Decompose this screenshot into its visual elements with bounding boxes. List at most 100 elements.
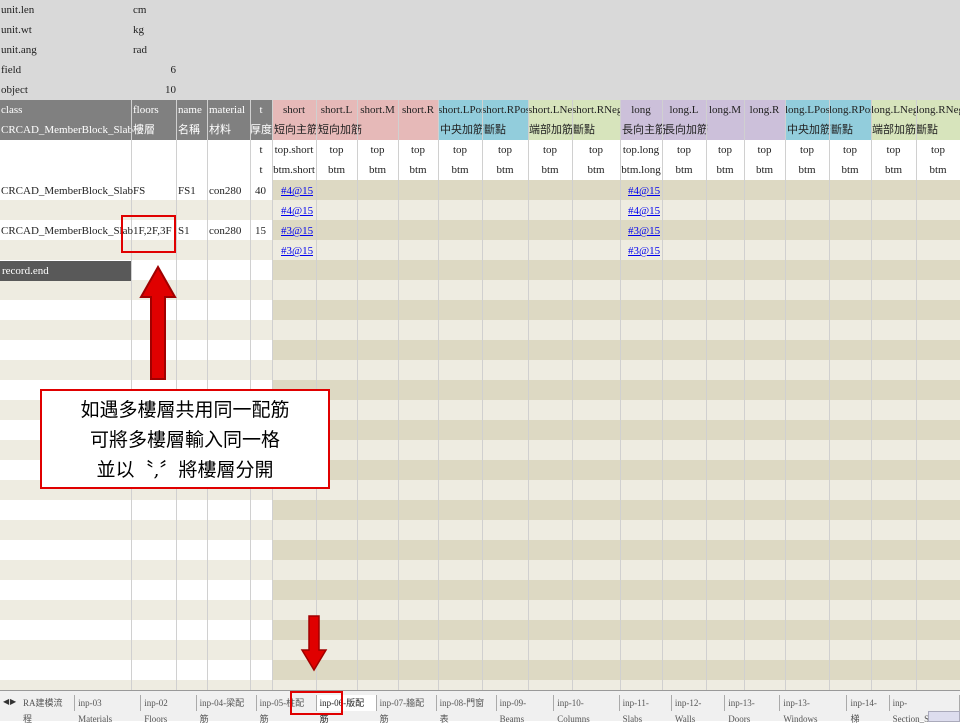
long-top-rebar-link[interactable]: #3@15 xyxy=(628,221,660,241)
header2-long[interactable]: 長向主筋 xyxy=(622,120,666,140)
subheader-cell[interactable]: top.long xyxy=(620,140,662,160)
header2-short-neg[interactable]: 端部加筋斷點 xyxy=(529,120,595,140)
subheader-cell[interactable]: t xyxy=(250,160,272,180)
header2-long-neg[interactable]: 端部加筋斷點 xyxy=(872,120,938,140)
record-class[interactable]: CRCAD_MemberBlock_Slab xyxy=(1,221,133,241)
sheet-tab[interactable]: inp-09-Beams xyxy=(497,695,555,724)
subheader-cell[interactable]: top xyxy=(482,140,528,160)
subheader-cell[interactable]: top xyxy=(438,140,482,160)
record-end-marker[interactable]: record.end xyxy=(0,261,131,281)
subheader-cell[interactable]: btm.long xyxy=(620,160,662,180)
subheader-cell[interactable]: btm xyxy=(316,160,357,180)
sheet-tab[interactable]: inp-07-牆配筋 xyxy=(377,695,437,724)
sheet-tab[interactable]: inp-04-梁配筋 xyxy=(197,695,257,724)
header-short-rneg[interactable]: short.RNeg xyxy=(572,100,620,120)
header2-name[interactable]: 名稱 xyxy=(178,120,200,140)
header2-short-l[interactable]: 短向加筋 xyxy=(318,120,362,140)
subheader-cell[interactable]: top xyxy=(706,140,744,160)
meta-value[interactable]: 6 xyxy=(166,60,177,80)
record-thickness[interactable]: 40 xyxy=(255,181,266,201)
subheader-cell[interactable]: top xyxy=(662,140,706,160)
header-material[interactable]: material xyxy=(209,100,245,120)
meta-key[interactable]: unit.ang xyxy=(1,40,37,60)
header2-long-l[interactable]: 長向加筋 xyxy=(664,120,708,140)
header-long-r[interactable]: long.R xyxy=(744,100,785,120)
subheader-cell[interactable]: btm xyxy=(482,160,528,180)
view-buttons[interactable] xyxy=(928,711,960,722)
short-top-rebar-link[interactable]: #4@15 xyxy=(281,181,313,201)
long-top-rebar-link[interactable]: #4@15 xyxy=(628,181,660,201)
header-long-l[interactable]: long.L xyxy=(662,100,706,120)
subheader-cell[interactable]: btm xyxy=(871,160,916,180)
subheader-cell[interactable]: btm xyxy=(829,160,871,180)
meta-value[interactable]: rad xyxy=(133,40,147,60)
sheet-tab[interactable]: inp-13-Windows xyxy=(780,695,848,724)
header-short-lneg[interactable]: short.LNeg xyxy=(528,100,572,120)
record-thickness[interactable]: 15 xyxy=(255,221,266,241)
sheet-tab[interactable]: RA建模流程 xyxy=(20,695,76,724)
subheader-cell[interactable]: top xyxy=(785,140,829,160)
meta-value[interactable]: cm xyxy=(133,0,146,20)
header-t[interactable]: t xyxy=(250,100,272,120)
next-sheet-icon[interactable]: ▶ xyxy=(10,695,17,709)
record-material[interactable]: con280 xyxy=(209,221,241,241)
header2-floors[interactable]: 樓層 xyxy=(133,120,155,140)
record-material[interactable]: con280 xyxy=(209,181,241,201)
meta-key[interactable]: field xyxy=(1,60,21,80)
header-name[interactable]: name xyxy=(178,100,202,120)
header2-long-pos[interactable]: 中央加筋斷點 xyxy=(787,120,853,140)
header-short-r[interactable]: short.R xyxy=(398,100,438,120)
header-long-rpos[interactable]: long.RPos xyxy=(829,100,871,120)
record-floors[interactable]: FS xyxy=(133,181,145,201)
header-long-lpos[interactable]: long.LPos xyxy=(785,100,829,120)
subheader-cell[interactable]: top xyxy=(316,140,357,160)
spreadsheet[interactable]: unit.len cm unit.wt kg unit.ang rad fiel… xyxy=(0,0,960,690)
short-btm-rebar-link[interactable]: #3@15 xyxy=(281,241,313,261)
subheader-cell[interactable]: btm xyxy=(785,160,829,180)
subheader-cell[interactable]: btm xyxy=(572,160,620,180)
header2-short-pos[interactable]: 中央加筋斷點 xyxy=(440,120,506,140)
sheet-tab[interactable]: inp-03 Materials xyxy=(75,695,142,724)
subheader-cell[interactable]: top xyxy=(398,140,438,160)
subheader-cell[interactable]: btm xyxy=(916,160,960,180)
long-btm-rebar-link[interactable]: #4@15 xyxy=(628,201,660,221)
sheet-tab[interactable]: inp-14-梯 xyxy=(847,695,890,724)
subheader-cell[interactable]: btm.short xyxy=(272,160,316,180)
header-short-m[interactable]: short.M xyxy=(357,100,398,120)
meta-key[interactable]: unit.len xyxy=(1,0,34,20)
meta-key[interactable]: unit.wt xyxy=(1,20,32,40)
subheader-cell[interactable]: top.short xyxy=(272,140,316,160)
header-class[interactable]: class xyxy=(1,100,22,120)
subheader-cell[interactable]: top xyxy=(357,140,398,160)
meta-value[interactable]: 10 xyxy=(160,80,176,100)
subheader-cell[interactable]: btm xyxy=(398,160,438,180)
subheader-cell[interactable]: btm xyxy=(438,160,482,180)
subheader-cell[interactable]: t xyxy=(250,140,272,160)
header-long-rneg[interactable]: long.RNeg xyxy=(916,100,960,120)
header2-material[interactable]: 材料 xyxy=(209,120,231,140)
header-long-lneg[interactable]: long.LNeg xyxy=(871,100,916,120)
header-short-lpos[interactable]: short.LPos xyxy=(438,100,482,120)
sheet-tab[interactable]: inp-02 Floors xyxy=(141,695,197,724)
meta-value[interactable]: kg xyxy=(133,20,144,40)
subheader-cell[interactable]: top xyxy=(829,140,871,160)
record-class[interactable]: CRCAD_MemberBlock_Slab xyxy=(1,181,133,201)
header2-class[interactable]: CRCAD_MemberBlock_Slab xyxy=(1,120,133,140)
subheader-cell[interactable]: btm xyxy=(357,160,398,180)
record-name[interactable]: S1 xyxy=(178,221,190,241)
meta-key[interactable]: object xyxy=(1,80,28,100)
sheet-tab[interactable]: inp-10-Columns xyxy=(554,695,620,724)
sheet-tab[interactable]: inp-11-Slabs xyxy=(620,695,672,724)
subheader-cell[interactable]: top xyxy=(916,140,960,160)
subheader-cell[interactable]: top xyxy=(572,140,620,160)
subheader-cell[interactable]: btm xyxy=(706,160,744,180)
subheader-cell[interactable]: top xyxy=(871,140,916,160)
header2-short[interactable]: 短向主筋 xyxy=(274,120,318,140)
header-long[interactable]: long xyxy=(620,100,662,120)
header2-t[interactable]: 厚度 xyxy=(250,120,272,140)
subheader-cell[interactable]: btm xyxy=(744,160,785,180)
header-floors[interactable]: floors xyxy=(133,100,159,120)
record-name[interactable]: FS1 xyxy=(178,181,196,201)
sheet-tab[interactable]: inp-08-門窗表 xyxy=(437,695,497,724)
subheader-cell[interactable]: btm xyxy=(528,160,572,180)
